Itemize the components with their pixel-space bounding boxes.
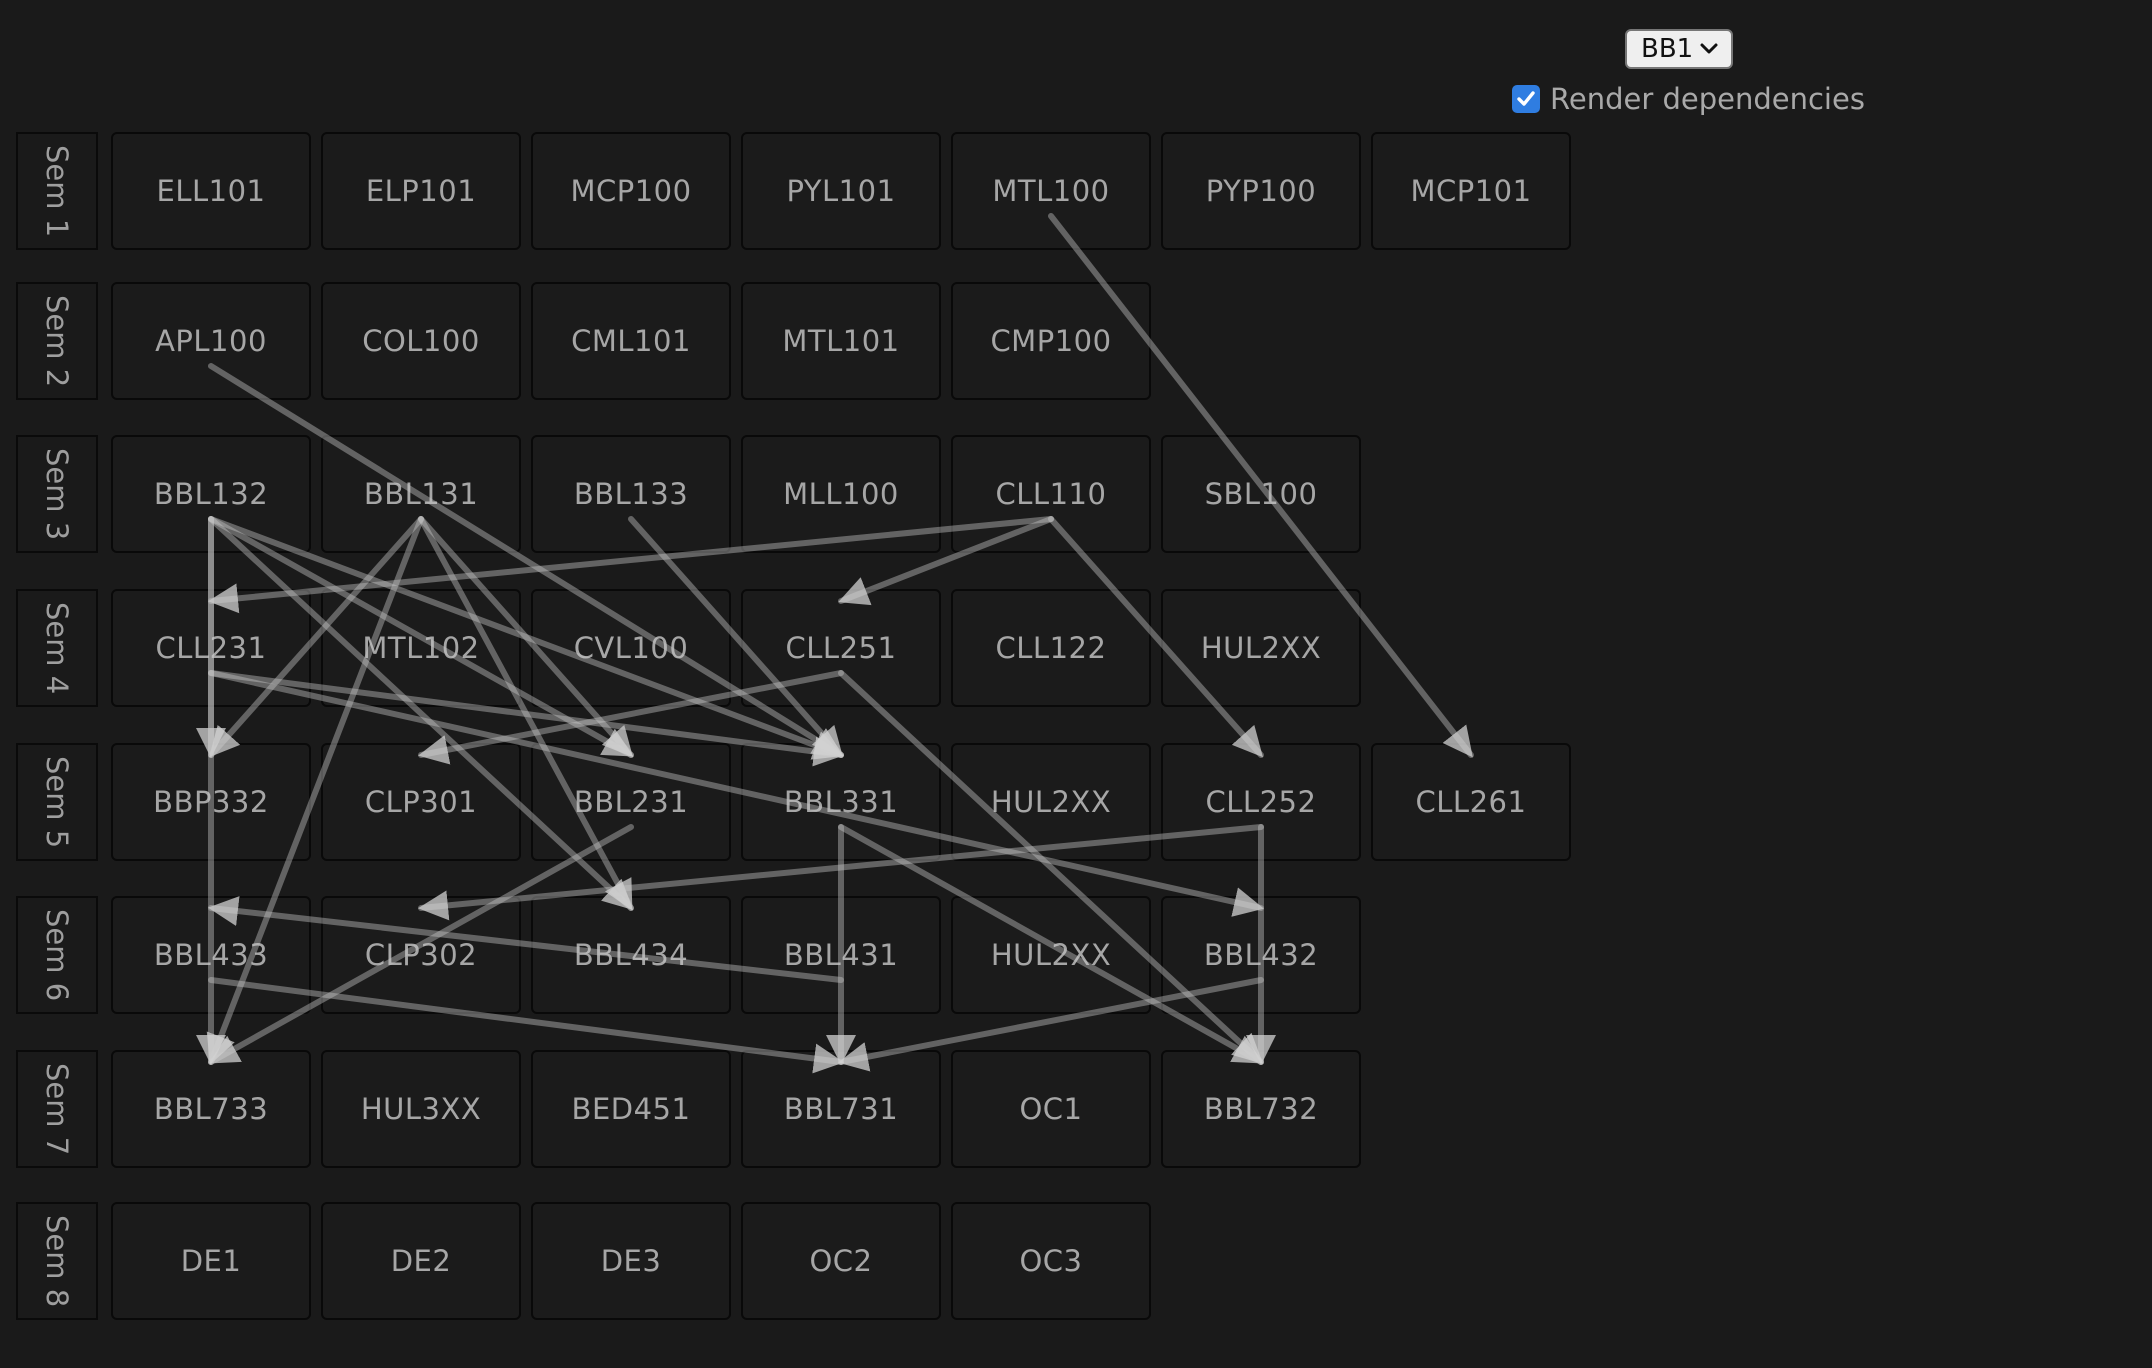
course-card[interactable]: BBL732 [1161,1050,1361,1168]
course-card[interactable]: HUL2XX [951,896,1151,1014]
course-card[interactable]: BBL231 [531,743,731,861]
semester-label: Sem 2 [16,282,98,400]
course-card[interactable]: BBL431 [741,896,941,1014]
course-card[interactable]: CLL231 [111,589,311,707]
semester-label: Sem 4 [16,589,98,707]
semester-label-text: Sem 5 [40,755,74,849]
course-card[interactable]: BBL433 [111,896,311,1014]
course-card[interactable]: BBL432 [1161,896,1361,1014]
course-card[interactable]: OC2 [741,1202,941,1320]
course-card[interactable]: BED451 [531,1050,731,1168]
course-card[interactable]: CLL110 [951,435,1151,553]
course-card[interactable]: BBL132 [111,435,311,553]
course-card[interactable]: APL100 [111,282,311,400]
semester-label-text: Sem 8 [40,1214,74,1308]
semester-label: Sem 3 [16,435,98,553]
course-card[interactable]: ELL101 [111,132,311,250]
semester-label-text: Sem 1 [40,144,74,238]
course-card[interactable]: PYL101 [741,132,941,250]
course-card[interactable]: PYP100 [1161,132,1361,250]
semester-label-text: Sem 7 [40,1062,74,1156]
semester-label-text: Sem 6 [40,908,74,1002]
course-card[interactable]: DE1 [111,1202,311,1320]
course-card[interactable]: CLP301 [321,743,521,861]
semester-label-text: Sem 2 [40,294,74,388]
course-card[interactable]: COL100 [321,282,521,400]
course-card[interactable]: CLL252 [1161,743,1361,861]
course-card[interactable]: ELP101 [321,132,521,250]
course-card[interactable]: BBL331 [741,743,941,861]
semester-label: Sem 6 [16,896,98,1014]
course-card[interactable]: BBL733 [111,1050,311,1168]
course-card[interactable]: CML101 [531,282,731,400]
course-card[interactable]: BBL133 [531,435,731,553]
semester-label-text: Sem 4 [40,601,74,695]
semester-label: Sem 1 [16,132,98,250]
semester-label-text: Sem 3 [40,447,74,541]
course-card[interactable]: MTL100 [951,132,1151,250]
course-card[interactable]: DE3 [531,1202,731,1320]
course-card[interactable]: CMP100 [951,282,1151,400]
course-card[interactable]: HUL3XX [321,1050,521,1168]
course-card[interactable]: HUL2XX [1161,589,1361,707]
course-card[interactable]: BBL131 [321,435,521,553]
course-card[interactable]: OC1 [951,1050,1151,1168]
semester-grid: Sem 1 ELL101 ELP101 MCP100 PYL101 MTL100 PYP10… [0,0,2152,1368]
semester-label: Sem 8 [16,1202,98,1320]
course-card[interactable]: SBL100 [1161,435,1361,553]
course-card[interactable]: MCP100 [531,132,731,250]
course-card[interactable]: CLL251 [741,589,941,707]
course-card[interactable]: MLL100 [741,435,941,553]
course-card[interactable]: MTL102 [321,589,521,707]
course-card[interactable]: BBL434 [531,896,731,1014]
course-card[interactable]: BBL731 [741,1050,941,1168]
course-card[interactable]: CVL100 [531,589,731,707]
course-card[interactable]: MCP101 [1371,132,1571,250]
course-card[interactable]: DE2 [321,1202,521,1320]
course-card[interactable]: HUL2XX [951,743,1151,861]
course-card[interactable]: CLP302 [321,896,521,1014]
course-card[interactable]: OC3 [951,1202,1151,1320]
course-card[interactable]: MTL101 [741,282,941,400]
course-card[interactable]: CLL261 [1371,743,1571,861]
course-card[interactable]: BBP332 [111,743,311,861]
semester-label: Sem 5 [16,743,98,861]
course-card[interactable]: CLL122 [951,589,1151,707]
semester-label: Sem 7 [16,1050,98,1168]
